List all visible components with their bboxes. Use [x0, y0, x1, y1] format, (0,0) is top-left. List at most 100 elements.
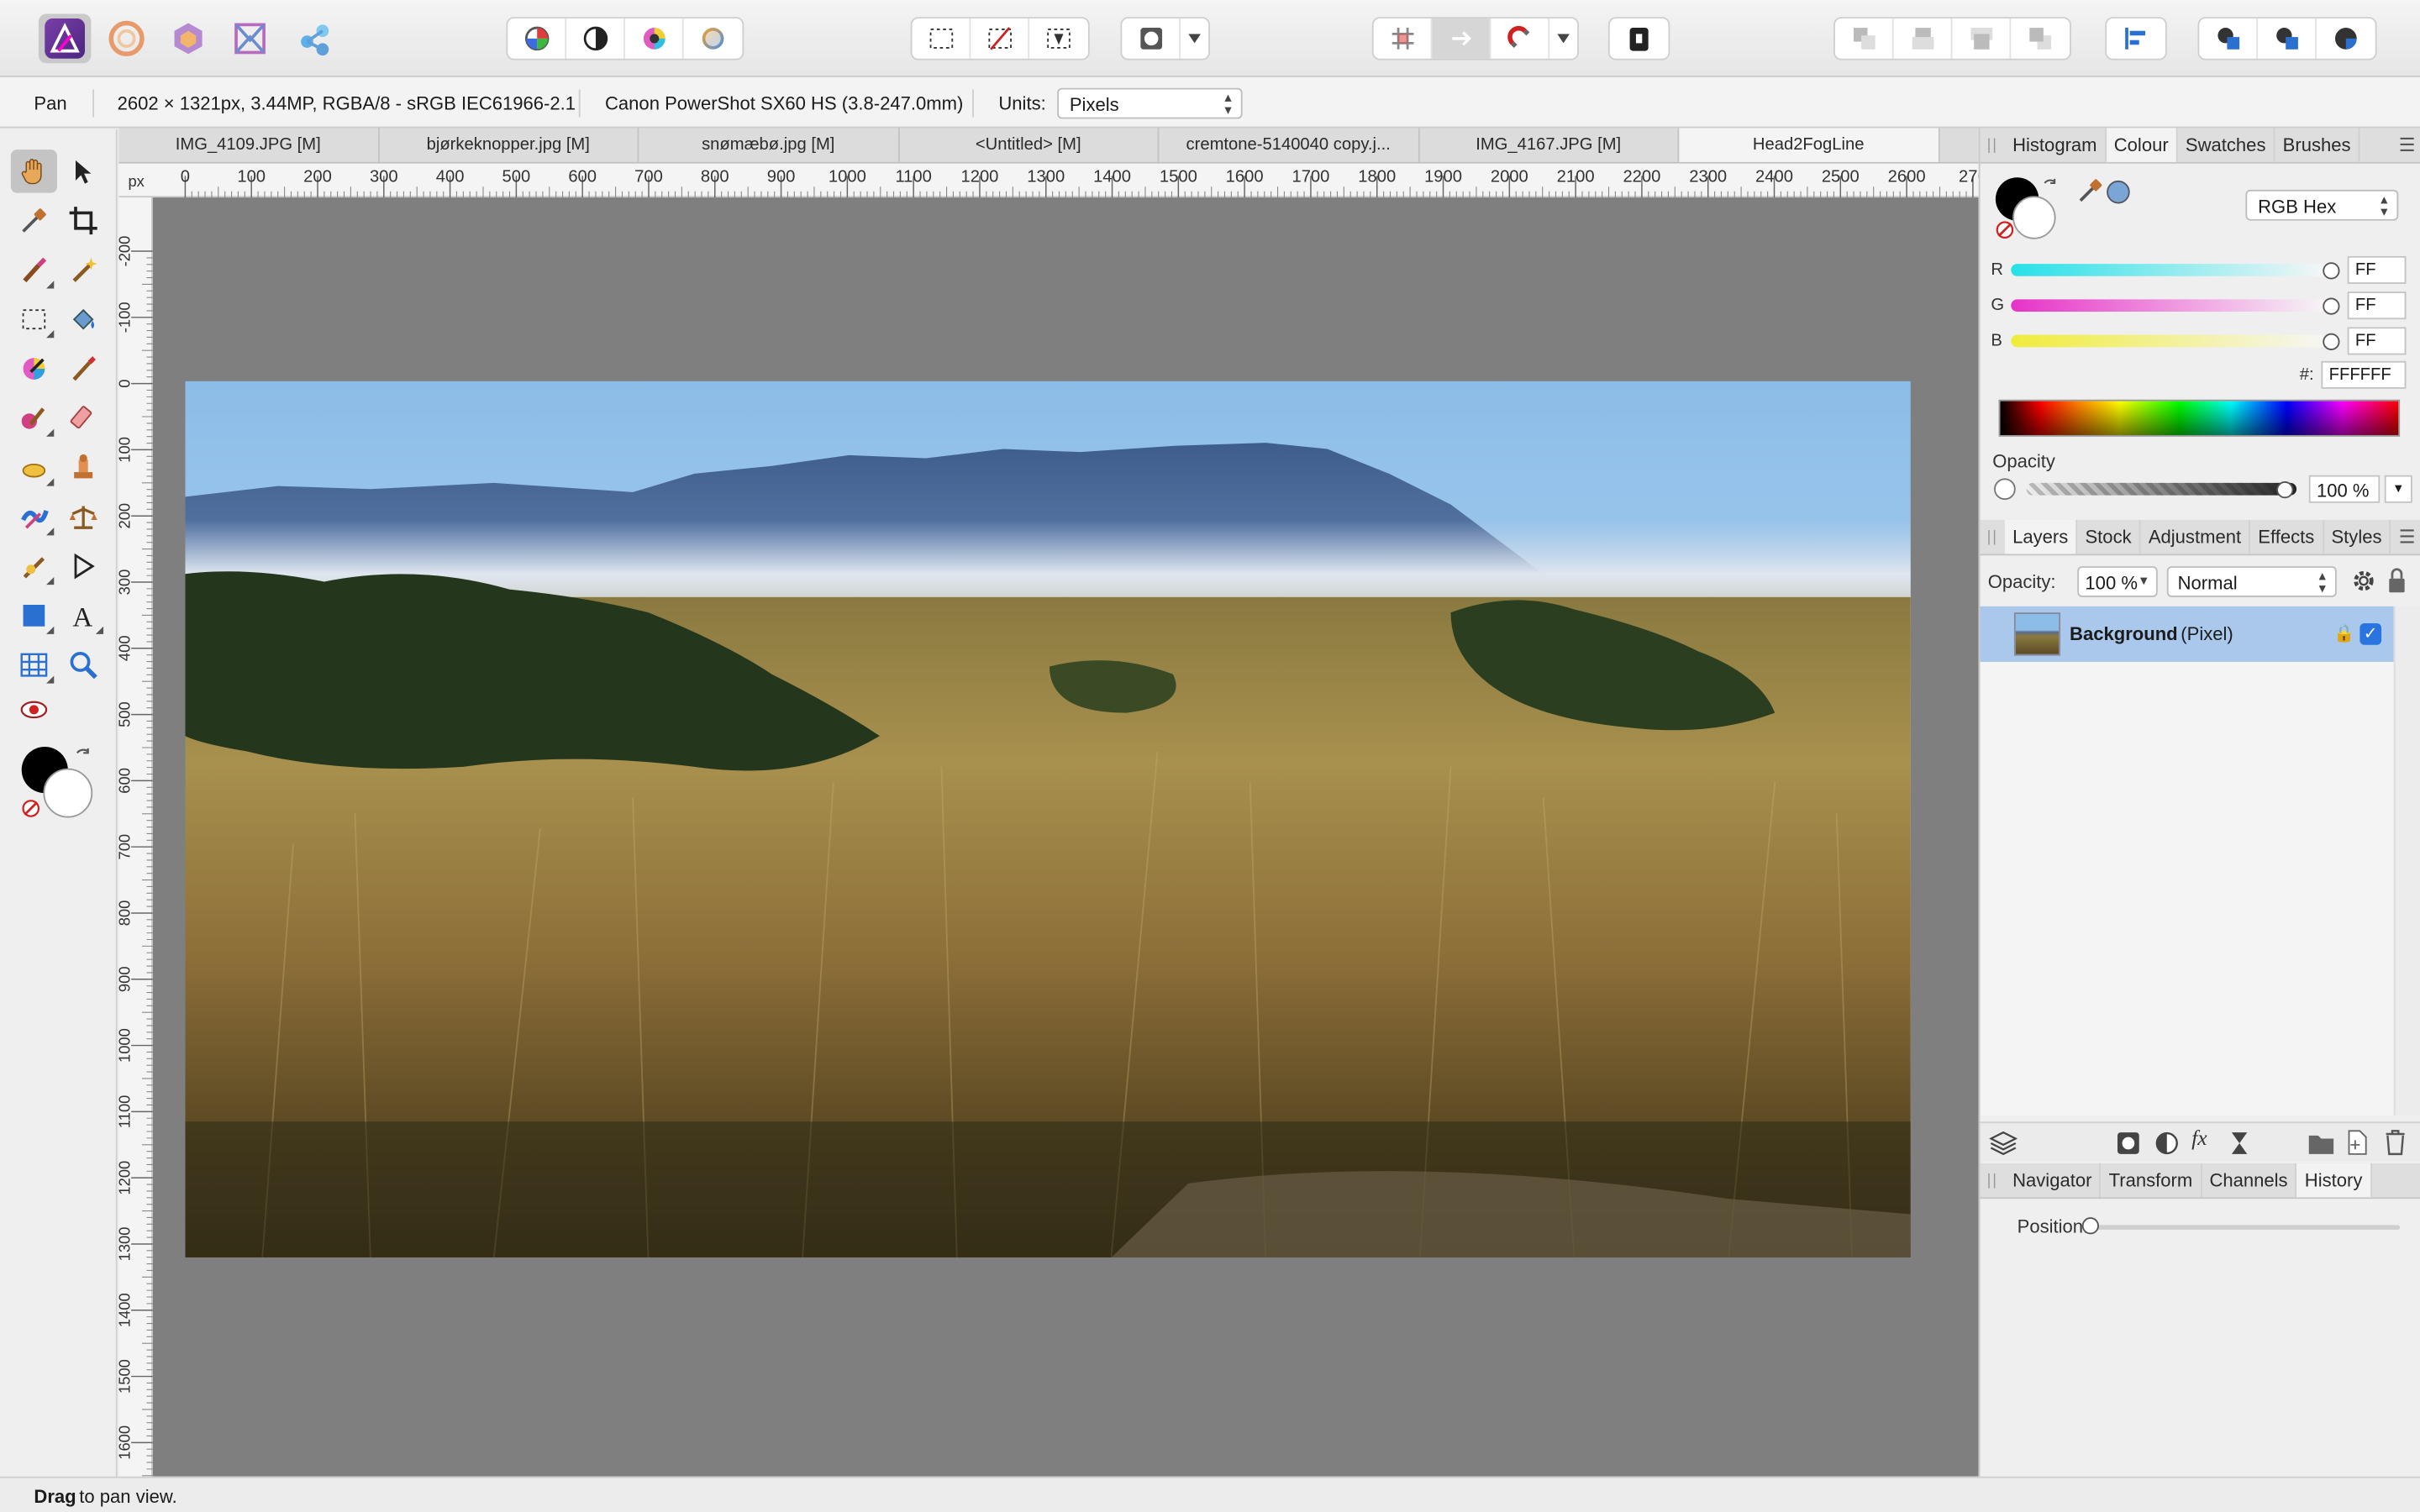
channel-slider-knob[interactable]	[2323, 333, 2340, 350]
move-forward-one-icon[interactable]	[1952, 18, 2012, 59]
history-position-slider[interactable]	[2091, 1225, 2401, 1230]
layer-settings-gear-icon[interactable]	[2350, 568, 2376, 594]
develop-persona-icon[interactable]	[162, 14, 214, 64]
align-icon[interactable]	[2107, 18, 2165, 59]
grid-snap-icon[interactable]	[1374, 18, 1433, 59]
opacity-slider[interactable]	[2026, 482, 2297, 496]
tab-swatches[interactable]: Swatches	[2178, 128, 2275, 162]
canvas-area[interactable]	[152, 197, 1979, 1477]
tone-mapping-persona-icon[interactable]	[224, 14, 276, 64]
panel-menu-icon[interactable]: ☰	[2399, 526, 2416, 548]
lock-icon[interactable]	[2386, 568, 2408, 594]
tab-adjustment[interactable]: Adjustment	[2141, 519, 2251, 554]
photo-persona-icon[interactable]	[38, 13, 92, 64]
flood-fill-tool-icon[interactable]	[60, 297, 107, 340]
dodge-tool-icon[interactable]	[11, 446, 57, 489]
colour-replacement-tool-icon[interactable]	[11, 347, 57, 390]
tab-channels[interactable]: Channels	[2202, 1163, 2297, 1198]
rectangular-marquee-tool-icon[interactable]	[11, 297, 57, 340]
tab-styles[interactable]: Styles	[2323, 519, 2391, 554]
perspective-tool-icon[interactable]	[60, 496, 107, 538]
move-to-front-icon[interactable]	[2011, 18, 2070, 59]
hex-input[interactable]: FFFFFF	[2321, 360, 2407, 389]
marquee-selection-icon[interactable]	[913, 18, 971, 59]
arrow-snap-icon[interactable]	[1432, 18, 1491, 59]
channel-slider[interactable]	[2011, 299, 2328, 312]
document-tab[interactable]: cremtone-5140040 copy.j...	[1159, 128, 1419, 162]
colour-picker-tool-icon[interactable]	[11, 199, 57, 242]
channel-slider-knob[interactable]	[2323, 262, 2340, 280]
intersect-shapes-icon[interactable]	[2317, 18, 2375, 59]
live-filter-icon[interactable]	[2228, 1131, 2250, 1155]
contrast-icon[interactable]	[566, 18, 625, 59]
colour-spectrum[interactable]	[1998, 399, 2401, 437]
paint-brush-tool-icon[interactable]	[60, 347, 107, 390]
no-colour-icon[interactable]	[22, 799, 40, 817]
no-selection-icon[interactable]	[971, 18, 1030, 59]
move-to-back-icon[interactable]	[1835, 18, 1894, 59]
channel-slider-knob[interactable]	[2323, 297, 2340, 315]
mixer-brush-tool-icon[interactable]	[11, 396, 57, 439]
document-image[interactable]	[185, 381, 1911, 1257]
export-persona-icon[interactable]	[288, 14, 340, 64]
delete-icon[interactable]	[1610, 18, 1669, 59]
magic-wand-tool-icon[interactable]	[60, 249, 107, 291]
tab-colour[interactable]: Colour	[2106, 128, 2178, 162]
layer-visibility-checkbox[interactable]: ✓	[2360, 623, 2382, 645]
tab-stock[interactable]: Stock	[2077, 519, 2141, 554]
opacity-input[interactable]: 100 %	[2308, 475, 2381, 503]
layers-stack-icon[interactable]	[1989, 1129, 2018, 1157]
colour-wheel-icon[interactable]	[625, 18, 684, 59]
new-layer-icon[interactable]	[2344, 1129, 2369, 1155]
red-eye-tool-icon[interactable]	[11, 688, 57, 731]
selection-brush-tool-icon[interactable]	[11, 249, 57, 291]
tab-brushes[interactable]: Brushes	[2275, 128, 2360, 162]
channel-slider[interactable]	[2011, 334, 2328, 348]
blend-mode-select[interactable]: Normal ▴ ▾	[2166, 566, 2337, 597]
fx-effects-icon[interactable]: fx	[2191, 1128, 2207, 1152]
group-folder-icon[interactable]	[2307, 1131, 2335, 1155]
delete-layer-icon[interactable]	[2385, 1129, 2407, 1156]
quick-mask-icon[interactable]	[1122, 18, 1181, 59]
erase-brush-tool-icon[interactable]	[60, 396, 107, 439]
picked-colour[interactable]	[2107, 180, 2130, 204]
colour-swatches[interactable]	[21, 746, 96, 824]
tab-navigator[interactable]: Navigator	[2005, 1163, 2102, 1198]
add-shapes-icon[interactable]	[2199, 18, 2259, 59]
panel-grip-icon[interactable]: ||	[1981, 520, 2005, 554]
colour-model-select[interactable]: RGB Hex ▴ ▾	[2245, 189, 2399, 221]
tab-histogram[interactable]: Histogram	[2005, 128, 2107, 162]
clone-brush-tool-icon[interactable]	[60, 446, 107, 489]
eyedropper-icon[interactable]	[2075, 177, 2103, 205]
opacity-slider-knob[interactable]	[2276, 481, 2294, 499]
document-tab[interactable]: snømæbø.jpg [M]	[639, 128, 899, 162]
document-tab[interactable]: bjørkeknopper.jpg [M]	[379, 128, 639, 162]
layer-row[interactable]: Background (Pixel) 🔒 ✓	[1980, 606, 2394, 662]
histogram-view-icon[interactable]	[508, 18, 567, 59]
channel-value-input[interactable]: FF	[2347, 327, 2407, 355]
secondary-colour[interactable]	[43, 768, 93, 818]
zoom-tool-icon[interactable]	[60, 643, 107, 686]
swap-colours-icon[interactable]	[74, 747, 92, 765]
layer-opacity-select[interactable]: 100 % ▼	[2077, 566, 2158, 597]
pen-tool-icon[interactable]	[11, 544, 57, 587]
layers-scrollbar[interactable]	[2393, 606, 2420, 1116]
history-slider-knob[interactable]	[2081, 1217, 2099, 1235]
refine-selection-icon[interactable]	[1029, 18, 1088, 59]
tab-effects[interactable]: Effects	[2250, 519, 2324, 554]
tab-history[interactable]: History	[2296, 1163, 2372, 1198]
panel-grip-icon[interactable]: ||	[1981, 128, 2005, 161]
document-tab[interactable]: <Untitled> [M]	[899, 128, 1160, 162]
snap-dropdown-icon[interactable]	[1549, 18, 1577, 59]
hand-tool-icon[interactable]	[10, 150, 57, 193]
gradient-circle-icon[interactable]	[684, 18, 743, 59]
channel-value-input[interactable]: FF	[2347, 291, 2407, 320]
document-tab[interactable]: IMG_4109.JPG [M]	[118, 128, 379, 162]
channel-value-input[interactable]: FF	[2347, 255, 2407, 284]
tab-layers[interactable]: Layers	[2004, 519, 2078, 554]
liquify-persona-icon[interactable]	[100, 14, 152, 64]
opacity-dropdown-icon[interactable]: ▼	[2384, 475, 2412, 503]
move-back-one-icon[interactable]	[1894, 18, 1953, 59]
rectangle-tool-icon[interactable]	[11, 594, 57, 637]
panel-grip-icon[interactable]: ||	[1981, 1163, 2005, 1197]
